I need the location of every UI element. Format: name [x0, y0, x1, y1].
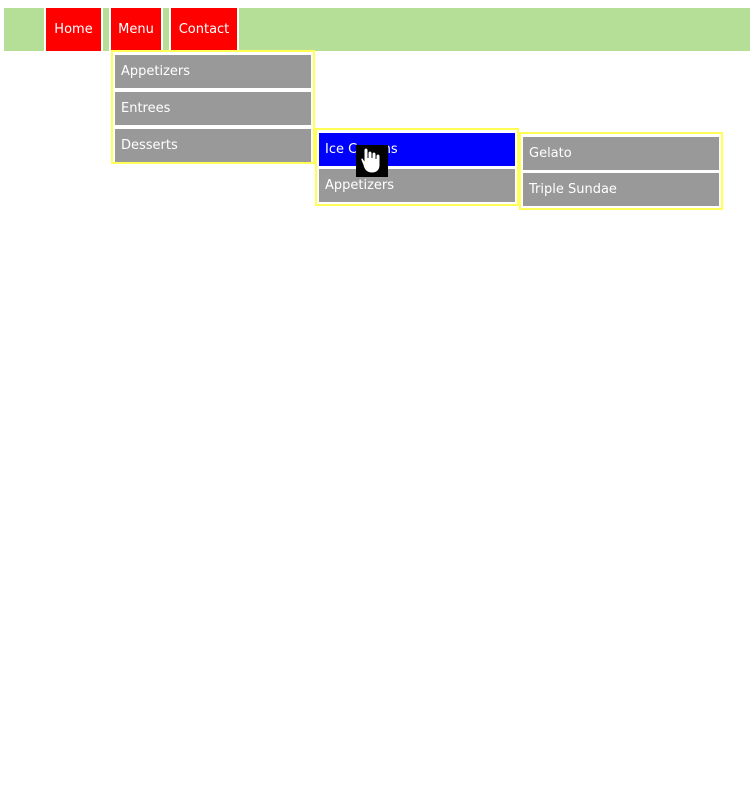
ice-creams-submenu: Gelato Triple Sundae [519, 132, 723, 210]
submenu-item-ice-creams[interactable]: Ice Creams [319, 133, 515, 166]
menu-item-entrees[interactable]: Entrees [115, 92, 311, 125]
submenu-item-gelato[interactable]: Gelato [523, 137, 719, 170]
menu-item-desserts[interactable]: Desserts [115, 129, 311, 162]
submenu-item-appetizers[interactable]: Appetizers [319, 169, 515, 202]
nav-item-contact[interactable]: Contact [169, 8, 239, 51]
submenu-item-triple-sundae[interactable]: Triple Sundae [523, 173, 719, 206]
menu-dropdown: Appetizers Entrees Desserts [111, 50, 315, 164]
menu-item-appetizers[interactable]: Appetizers [115, 55, 311, 88]
hand-pointer-icon [356, 145, 388, 177]
top-navigation-bar: Home Menu Contact [4, 8, 750, 51]
nav-item-home[interactable]: Home [44, 8, 103, 51]
desserts-submenu: Ice Creams Appetizers [315, 128, 519, 206]
nav-item-menu[interactable]: Menu [109, 8, 163, 51]
